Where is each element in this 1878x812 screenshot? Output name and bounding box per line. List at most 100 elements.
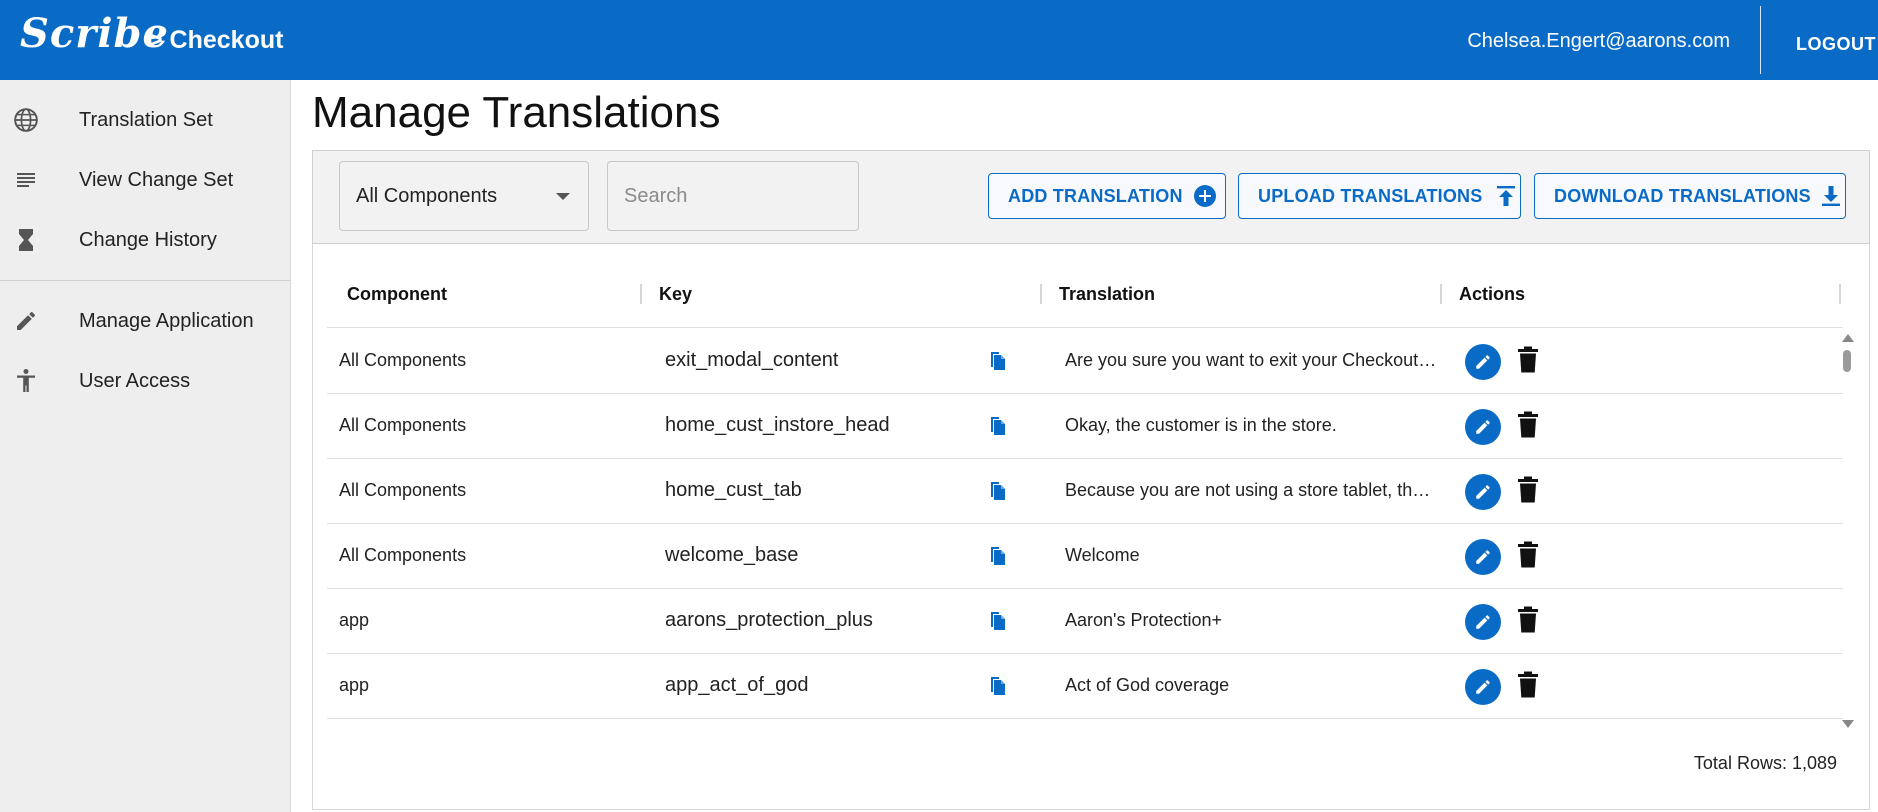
pencil-icon	[1474, 613, 1492, 631]
sidebar-item-translation-set[interactable]: Translation Set	[0, 90, 290, 150]
sidebar-item-user-access[interactable]: User Access	[0, 351, 290, 411]
upload-icon	[1496, 185, 1516, 207]
cell-component: All Components	[339, 350, 467, 370]
cell-component: app	[339, 610, 370, 630]
delete-button[interactable]	[1517, 541, 1541, 571]
delete-button[interactable]	[1517, 476, 1541, 506]
total-rows-count: Total Rows: 1,089	[1693, 753, 1837, 773]
copy-icon[interactable]	[989, 351, 1009, 373]
trash-icon	[1517, 411, 1541, 439]
copy-icon[interactable]	[989, 546, 1009, 568]
download-icon	[1821, 185, 1841, 207]
copy-icon[interactable]	[989, 676, 1009, 698]
cell-translation: Welcome	[1065, 545, 1140, 565]
download-translations-label: DOWNLOAD TRANSLATIONS	[1554, 185, 1811, 206]
page-title: Manage Translations	[312, 88, 721, 137]
table-row[interactable]: app aarons_protection_plus Aaron's Protect…	[327, 589, 1843, 654]
trash-icon	[1517, 606, 1541, 634]
column-separator[interactable]	[1839, 284, 1841, 304]
hourglass-icon	[12, 226, 40, 254]
column-separator[interactable]	[640, 284, 642, 304]
user-email: Chelsea.Engert@aarons.com	[1467, 30, 1730, 52]
download-translations-button[interactable]: DOWNLOAD TRANSLATIONS	[1534, 173, 1846, 219]
chevron-down-icon	[556, 193, 570, 200]
app-header: Scribe > Checkout Chelsea.Engert@aarons.…	[0, 0, 1878, 80]
column-header-key[interactable]: Key	[659, 284, 692, 305]
edit-button[interactable]	[1465, 474, 1501, 510]
delete-button[interactable]	[1517, 606, 1541, 636]
scroll-up-arrow-icon[interactable]	[1842, 334, 1854, 342]
add-translation-label: ADD TRANSLATION	[1008, 185, 1183, 206]
copy-icon[interactable]	[989, 416, 1009, 438]
table-row[interactable]: All Components exit_modal_content Are you …	[327, 329, 1843, 394]
list-icon	[12, 166, 40, 194]
logout-button[interactable]: LOGOUT	[1796, 34, 1876, 55]
column-separator[interactable]	[1440, 284, 1442, 304]
edit-button[interactable]	[1465, 409, 1501, 445]
edit-button[interactable]	[1465, 344, 1501, 380]
filter-toolbar: All Components ADD TRANSLATION UPLOAD TR…	[312, 150, 1870, 244]
sidebar-divider	[0, 280, 290, 281]
cell-component: app	[339, 675, 370, 695]
table-row[interactable]: app app_act_of_god Act of God coverage	[327, 654, 1843, 719]
add-circle-icon	[1193, 184, 1217, 208]
cell-translation: Are you sure you want to exit your Check…	[1065, 350, 1437, 370]
edit-button[interactable]	[1465, 604, 1501, 640]
sidebar-item-label: View Change Set	[79, 168, 234, 191]
cell-key: home_cust_tab	[665, 479, 802, 501]
translations-table: Component Key Translation Actions All Co…	[312, 244, 1870, 810]
column-header-component[interactable]: Component	[347, 284, 447, 305]
breadcrumb: > Checkout	[148, 26, 284, 54]
sidebar-item-label: Manage Application	[79, 309, 254, 332]
table-header: Component Key Translation Actions	[327, 244, 1843, 328]
pencil-icon	[1474, 548, 1492, 566]
sidebar-item-label: Change History	[79, 228, 217, 251]
pencil-icon	[1474, 483, 1492, 501]
delete-button[interactable]	[1517, 411, 1541, 441]
component-filter-select[interactable]: All Components	[339, 161, 589, 231]
upload-translations-label: UPLOAD TRANSLATIONS	[1258, 185, 1483, 206]
cell-key: exit_modal_content	[665, 349, 839, 371]
column-header-translation[interactable]: Translation	[1059, 284, 1155, 305]
delete-button[interactable]	[1517, 346, 1541, 376]
cell-key: aarons_protection_plus	[665, 609, 873, 631]
table-scrollbar[interactable]	[1839, 334, 1855, 734]
header-divider	[1760, 6, 1761, 74]
pencil-icon	[1474, 353, 1492, 371]
column-header-actions: Actions	[1459, 284, 1526, 304]
pencil-icon	[12, 307, 40, 335]
copy-icon[interactable]	[989, 611, 1009, 633]
sidebar-item-change-history[interactable]: Change History	[0, 210, 290, 270]
trash-icon	[1517, 346, 1541, 374]
edit-button[interactable]	[1465, 669, 1501, 705]
trash-icon	[1517, 476, 1541, 504]
pencil-icon	[1474, 418, 1492, 436]
sidebar-item-view-change-set[interactable]: View Change Set	[0, 150, 290, 210]
search-input[interactable]	[607, 161, 859, 231]
component-filter-value: All Components	[356, 185, 498, 207]
sidebar: Translation Set View Change Set Change H…	[0, 80, 291, 812]
table-row[interactable]: All Components welcome_base Welcome	[327, 524, 1843, 589]
delete-button[interactable]	[1517, 671, 1541, 701]
scrollbar-thumb[interactable]	[1843, 350, 1851, 372]
trash-icon	[1517, 541, 1541, 569]
table-row[interactable]: All Components home_cust_instore_head Okay…	[327, 394, 1843, 459]
pencil-icon	[1474, 678, 1492, 696]
column-separator[interactable]	[1040, 284, 1042, 304]
copy-icon[interactable]	[989, 481, 1009, 503]
globe-icon	[12, 106, 40, 134]
sidebar-item-manage-application[interactable]: Manage Application	[0, 291, 290, 351]
accessibility-icon	[12, 367, 40, 395]
cell-translation: Aaron's Protection+	[1065, 610, 1223, 630]
app-logo[interactable]: Scribe	[20, 10, 169, 57]
sidebar-item-label: User Access	[79, 369, 191, 392]
cell-component: All Components	[339, 480, 467, 500]
add-translation-button[interactable]: ADD TRANSLATION	[988, 173, 1226, 219]
scroll-down-arrow-icon[interactable]	[1842, 720, 1854, 728]
edit-button[interactable]	[1465, 539, 1501, 575]
table-row[interactable]: All Components home_cust_tab Because you a…	[327, 459, 1843, 524]
cell-translation: Act of God coverage	[1065, 675, 1230, 695]
upload-translations-button[interactable]: UPLOAD TRANSLATIONS	[1238, 173, 1521, 219]
sidebar-item-label: Translation Set	[79, 108, 213, 131]
cell-key: app_act_of_god	[665, 674, 809, 696]
